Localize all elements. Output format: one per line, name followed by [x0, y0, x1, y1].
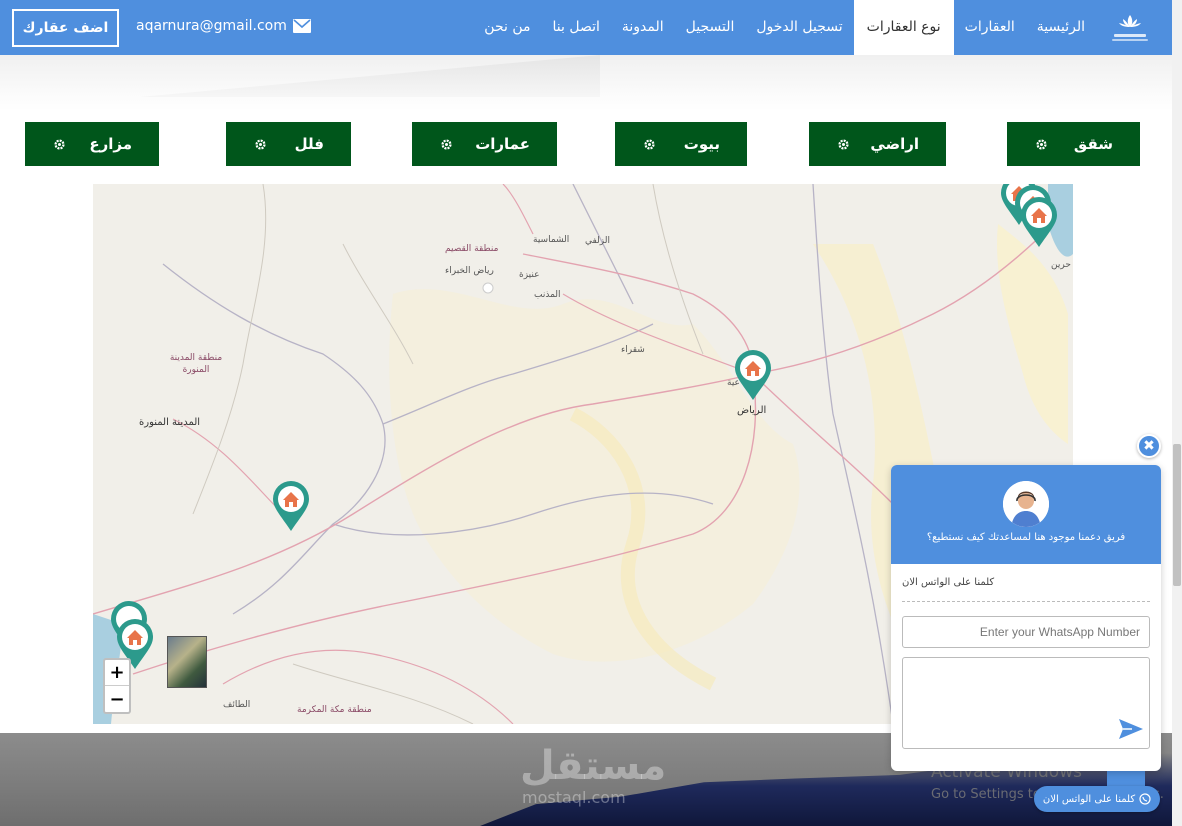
watermark-domain: mostaql.com [522, 788, 626, 807]
nav-login[interactable]: تسجيل الدخول [745, 0, 853, 55]
map-zoom-control: + − [103, 658, 131, 714]
chat-message-textarea[interactable] [902, 657, 1150, 749]
gear-icon [255, 138, 266, 150]
category-houses-button[interactable]: بيوت [615, 122, 747, 166]
add-property-button[interactable]: اضف عقارك [12, 9, 119, 47]
map-label-riyadh-khabra: رياض الخبراء [445, 266, 494, 276]
map-label-zulfi: الزلفي [585, 236, 611, 246]
zoom-out-button[interactable]: − [105, 686, 129, 712]
category-label: فلل [294, 135, 324, 153]
map-label-makkah-region: منطقة مكة المكرمة [297, 705, 372, 715]
hero-strip [0, 55, 1172, 111]
nav-blog[interactable]: المدونة [611, 0, 675, 55]
chat-label: كلمنا على الواتس الان [902, 577, 995, 588]
email-text: aqarnura@gmail.com [136, 18, 287, 34]
nav-properties[interactable]: العقارات [954, 0, 1026, 55]
contact-email[interactable]: aqarnura@gmail.com [136, 18, 311, 34]
whatsapp-chat-widget: فريق دعمنا موجود هنا لمساعدتك كيف نستطيع… [891, 465, 1161, 771]
main-menu: الرئيسية العقارات نوع العقارات تسجيل الد… [473, 0, 1096, 55]
property-pin-hail[interactable] [271, 480, 311, 532]
category-label: عمارات [475, 135, 530, 153]
map-label-madinah-region: منطقة المدينة المنورة [169, 353, 223, 375]
chat-close-button[interactable]: ✖ [1137, 434, 1161, 458]
map-label-taif: الطائف [223, 700, 251, 710]
whatsapp-icon [1139, 793, 1151, 805]
envelope-icon [292, 19, 311, 33]
scrollbar-thumb[interactable] [1173, 444, 1181, 586]
navbar: الرئيسية العقارات نوع العقارات تسجيل الد… [0, 0, 1172, 55]
nav-home[interactable]: الرئيسية [1026, 0, 1096, 55]
category-buildings-button[interactable]: عمارات [412, 122, 557, 166]
gear-icon [54, 138, 65, 150]
category-apartments-button[interactable]: شقق [1007, 122, 1140, 166]
map-label-madinah: المدينة المنورة [139, 417, 201, 428]
zoom-in-button[interactable]: + [105, 660, 129, 686]
support-agent-icon [1003, 481, 1049, 527]
category-label: مزارع [89, 135, 132, 153]
gear-icon [644, 138, 655, 150]
logo-text-line [1114, 34, 1146, 37]
gear-icon [441, 138, 452, 150]
map-label-shamasiyah: الشماسية [533, 235, 570, 245]
category-villas-button[interactable]: فلل [226, 122, 351, 166]
map-label-bahrain: حرين [1051, 260, 1071, 270]
chat-greeting: فريق دعمنا موجود هنا لمساعدتك كيف نستطيع… [926, 532, 1126, 543]
whatsapp-open-button[interactable]: كلمنا على الواتس الان [1034, 786, 1160, 812]
nav-property-types[interactable]: نوع العقارات [853, 0, 954, 55]
nav-contact[interactable]: اتصل بنا [542, 0, 611, 55]
support-avatar [1003, 481, 1049, 527]
nav-register[interactable]: التسجيل [675, 0, 746, 55]
map-label-qassim-region: منطقة القصيم [445, 244, 499, 254]
category-label: اراضي [870, 135, 919, 153]
site-logo[interactable] [1110, 7, 1150, 47]
category-lands-button[interactable]: اراضي [809, 122, 946, 166]
category-label: شقق [1073, 135, 1113, 153]
whatsapp-button-label: كلمنا على الواتس الان [1042, 793, 1136, 805]
category-label: بيوت [683, 135, 720, 153]
map-label-riyadh: الرياض [737, 405, 767, 416]
map-label-unaizah: عنيزة [519, 270, 540, 280]
logo-subtext-line [1112, 39, 1148, 41]
map-label-midhnab: المذنب [534, 290, 561, 300]
map-label-shaqra: شقراء [621, 345, 645, 355]
category-farms-button[interactable]: مزارع [25, 122, 159, 166]
gear-icon [1036, 138, 1047, 150]
gear-icon [838, 138, 849, 150]
page-scrollbar[interactable] [1172, 0, 1182, 826]
chat-divider [902, 601, 1150, 602]
lotus-icon [1119, 15, 1141, 27]
whatsapp-number-input[interactable]: Enter your WhatsApp Number [902, 616, 1150, 648]
send-icon[interactable] [1118, 717, 1144, 741]
scroll-top-button[interactable] [1107, 771, 1145, 787]
chat-header: فريق دعمنا موجود هنا لمساعدتك كيف نستطيع… [891, 465, 1161, 564]
page: الرئيسية العقارات نوع العقارات تسجيل الد… [0, 0, 1182, 826]
property-pin-khobar[interactable] [1019, 196, 1059, 248]
hero-shadow [140, 55, 600, 97]
nav-about[interactable]: من نحن [473, 0, 541, 55]
property-pin-riyadh[interactable] [733, 349, 773, 401]
property-thumbnail-marker[interactable] [167, 636, 207, 688]
watermark-brand: مستقل [520, 743, 667, 789]
